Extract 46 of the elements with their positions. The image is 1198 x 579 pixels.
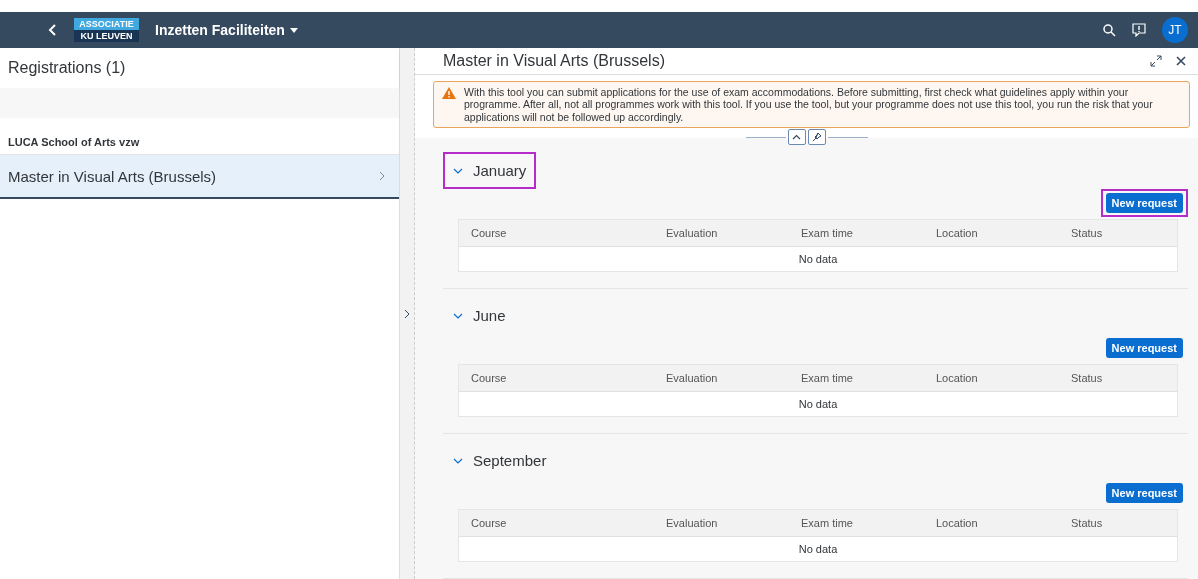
chevron-right-icon <box>379 171 385 181</box>
empty-text: No data <box>459 247 1177 271</box>
column-header: Status <box>1071 372 1104 384</box>
close-icon[interactable] <box>1176 55 1186 66</box>
fullscreen-icon[interactable] <box>1150 54 1162 67</box>
back-button[interactable] <box>48 23 58 37</box>
chevron-up-icon <box>792 134 801 140</box>
chevron-icon <box>453 312 463 319</box>
column-header: Course <box>471 517 508 529</box>
section-toggle[interactable]: September <box>443 442 557 479</box>
chevron-icon <box>453 167 463 174</box>
column-header: Location <box>936 227 979 239</box>
collapse-header-button[interactable] <box>787 129 806 145</box>
dropdown-icon <box>289 27 298 33</box>
column-header: Exam time <box>801 372 854 384</box>
section-toggle[interactable]: June <box>443 297 516 334</box>
column-header: Course <box>471 227 508 239</box>
pin-icon <box>811 132 822 142</box>
user-avatar[interactable]: JT <box>1162 17 1188 43</box>
search-icon[interactable] <box>1103 23 1116 37</box>
pin-button[interactable] <box>807 129 826 145</box>
section-toggle[interactable]: January <box>443 152 537 189</box>
column-header: Status <box>1071 517 1104 529</box>
new-request-button[interactable]: New request <box>1100 189 1188 217</box>
feedback-icon[interactable] <box>1132 23 1146 37</box>
app-title-menu[interactable]: Inzetten Faciliteiten <box>155 22 298 38</box>
expand-handle-icon[interactable] <box>404 308 410 319</box>
column-header: Evaluation <box>666 372 719 384</box>
column-header: Evaluation <box>666 517 719 529</box>
chevron-icon <box>453 457 463 464</box>
logo-text: ASSOCIATIE <box>74 18 139 30</box>
column-header: Exam time <box>801 517 854 529</box>
column-header: Evaluation <box>666 227 719 239</box>
warning-icon <box>442 86 456 99</box>
column-header: Location <box>936 372 979 384</box>
column-header: Exam time <box>801 227 854 239</box>
list-item[interactable]: Master in Visual Arts (Brussels) <box>0 155 399 199</box>
warning-text: With this tool you can submit applications for the use of exam accommodations. Before submitting, first check what guidelines apply within your programme. After all, not all programmes work with this tool. If you use the tool, but your programme does not use this tool, you run the risk that your applications will not be followed up accordingly. <box>464 85 1154 123</box>
column-header: Status <box>1071 227 1104 239</box>
column-header: Location <box>936 517 979 529</box>
column-header: Course <box>471 372 508 384</box>
detail-title: Master in Visual Arts (Brussels) <box>443 51 665 70</box>
empty-text: No data <box>459 537 1177 561</box>
panel-title: Registrations (1) <box>0 48 399 88</box>
empty-text: No data <box>459 392 1177 416</box>
logo-text: KU LEUVEN <box>74 30 139 42</box>
